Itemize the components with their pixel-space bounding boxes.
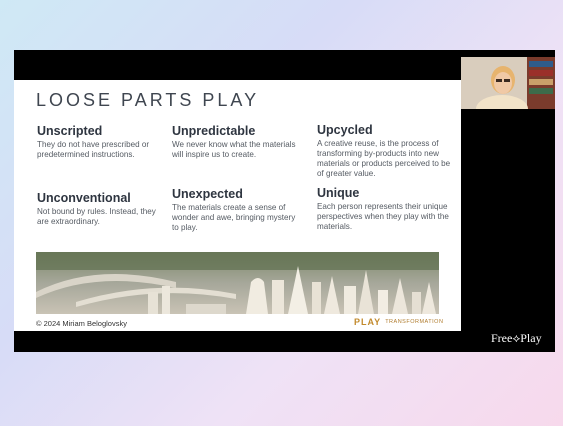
card-text: The materials create a sense of wonder a… — [172, 203, 296, 232]
card-heading: Unconventional — [37, 191, 131, 205]
card-text: They do not have prescribed or predeterm… — [37, 140, 150, 159]
card-text: Not bound by rules. Instead, they are ex… — [37, 207, 156, 226]
slide: LOOSE PARTS PLAY Unscripted They do not … — [14, 80, 461, 331]
freeplay-brand: Free⟡Play — [491, 331, 542, 345]
card-heading: Unique — [317, 186, 360, 200]
card-text: Each person represents their unique pers… — [317, 202, 449, 231]
card-unscripted: Unscripted They do not have prescribed o… — [37, 124, 157, 160]
card-unconventional: Unconventional Not bound by rules. Inste… — [37, 191, 157, 227]
card-text: A creative reuse, is the process of tran… — [317, 139, 451, 178]
card-unexpected: Unexpected The materials create a sense … — [172, 187, 297, 233]
speaker-video — [461, 57, 555, 109]
slide-title: LOOSE PARTS PLAY — [36, 90, 260, 110]
copyright-text: © 2024 Miriam Beloglovsky — [36, 319, 127, 328]
card-heading: Unexpected — [172, 187, 243, 201]
card-heading: Unscripted — [37, 124, 103, 138]
play-transformation-logo: PLAY TRANSFORMATION — [354, 316, 443, 328]
card-unpredictable: Unpredictable We never know what the mat… — [172, 124, 297, 160]
card-text: We never know what the materials will in… — [172, 140, 296, 159]
card-upcycled: Upcycled A creative reuse, is the proces… — [317, 123, 457, 179]
logo-mark: PLAY — [354, 317, 382, 327]
logo-word: TRANSFORMATION — [385, 319, 444, 325]
card-heading: Unpredictable — [172, 124, 256, 138]
loose-parts-photo — [36, 252, 439, 314]
card-unique: Unique Each person represents their uniq… — [317, 186, 457, 232]
card-heading: Upcycled — [317, 123, 373, 137]
